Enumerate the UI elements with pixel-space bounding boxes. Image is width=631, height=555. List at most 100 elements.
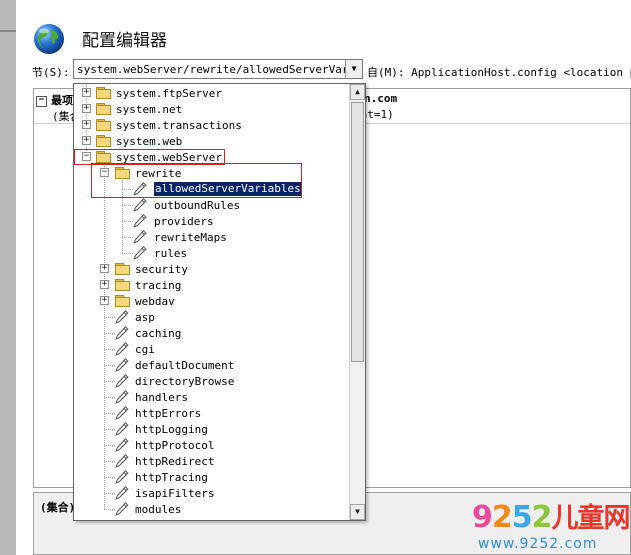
tree-item-label: httpProtocol — [135, 439, 215, 452]
folder-icon — [115, 295, 131, 307]
tree-item-providers[interactable]: providers — [74, 213, 350, 229]
tree-item-system-net[interactable]: + system.net — [74, 101, 350, 117]
grid-row-header-label: 最项 — [51, 94, 73, 107]
watermark-line1: 9252儿童网 — [472, 500, 631, 535]
folder-icon — [96, 119, 112, 131]
from-label: 自(M): ApplicationHost.config <location p… — [367, 66, 631, 79]
tree-item-label: rewriteMaps — [154, 231, 227, 244]
tree-item-label: providers — [154, 215, 214, 228]
tree-item-cgi[interactable]: cgi — [74, 341, 350, 357]
folder-icon — [115, 263, 131, 275]
pencil-icon — [115, 422, 129, 436]
tree-item-caching[interactable]: caching — [74, 325, 350, 341]
tree-item-label: system.net — [116, 103, 183, 116]
pencil-icon — [115, 502, 129, 516]
section-label: 节(S): — [32, 66, 70, 79]
tree-item-label: cgi — [135, 343, 155, 356]
globe-icon — [34, 24, 64, 54]
tree-item-handlers[interactable]: handlers — [74, 389, 350, 405]
left-panel-edge — [0, 0, 16, 555]
tree-item-label: isapiFilters — [135, 487, 215, 500]
pencil-icon — [115, 438, 129, 452]
tree-item-label: directoryBrowse — [135, 375, 235, 388]
pencil-icon — [133, 246, 147, 260]
pencil-icon — [133, 230, 147, 244]
tree-item-modules[interactable]: modules — [74, 501, 350, 517]
tree-item-label: rules — [154, 247, 188, 260]
pencil-icon — [133, 198, 147, 212]
tree-item-label: outboundRules — [154, 199, 241, 212]
tree-item-httpTracing[interactable]: httpTracing — [74, 469, 350, 485]
tree-item-httpLogging[interactable]: httpLogging — [74, 421, 350, 437]
section-toolbar: 节(S): system.webServer/rewrite/allowedSe… — [16, 58, 631, 84]
scroll-up-icon[interactable]: ▲ — [350, 84, 365, 100]
left-panel-divider — [0, 30, 16, 32]
tree-item-outboundRules[interactable]: outboundRules — [74, 197, 350, 213]
tree-item-label: defaultDocument — [135, 359, 235, 372]
pencil-icon — [133, 214, 147, 228]
plus-icon[interactable]: + — [82, 120, 91, 129]
tree-item-rewriteMaps[interactable]: rewriteMaps — [74, 229, 350, 245]
pencil-icon — [115, 486, 129, 500]
tree-item-label: system.web — [116, 135, 183, 148]
plus-icon[interactable]: + — [100, 296, 109, 305]
folder-icon — [96, 87, 112, 99]
tree-item-system-ftpServer[interactable]: + system.ftpServer — [74, 85, 350, 101]
tree-item-directoryBrowse[interactable]: directoryBrowse — [74, 373, 350, 389]
plus-icon[interactable]: + — [100, 264, 109, 273]
highlight-box-rewrite — [91, 163, 302, 198]
watermark-logo: 9252儿童网 www.9252.com — [470, 496, 631, 554]
tree-item-label: asp — [135, 311, 155, 324]
tree-item-security[interactable]: + security — [74, 261, 350, 277]
folder-icon — [96, 135, 112, 147]
tree-item-asp[interactable]: asp — [74, 309, 350, 325]
tree-item-httpProtocol[interactable]: httpProtocol — [74, 437, 350, 453]
pencil-icon — [115, 470, 129, 484]
tree-item-label: httpLogging — [135, 423, 208, 436]
tree-item-webdav[interactable]: + webdav — [74, 293, 350, 309]
tree-item-label: webdav — [135, 295, 175, 308]
tree-item-label: httpTracing — [135, 471, 208, 484]
pencil-icon — [115, 454, 129, 468]
pencil-icon — [115, 342, 129, 356]
tree-item-label: security — [135, 263, 188, 276]
section-combobox-value: system.webServer/rewrite/allowedServerVa… — [77, 63, 347, 76]
scrollbar-thumb[interactable] — [351, 102, 364, 362]
window-title: 配置编辑器 — [82, 31, 167, 51]
pencil-icon — [115, 326, 129, 340]
tree-item-label: system.transactions — [116, 119, 242, 132]
minus-icon[interactable]: − — [36, 95, 47, 107]
plus-icon[interactable]: + — [82, 104, 91, 113]
chevron-down-icon[interactable]: ▼ — [345, 60, 362, 78]
section-combobox[interactable]: system.webServer/rewrite/allowedServerVa… — [73, 59, 363, 79]
tree-item-label: handlers — [135, 391, 188, 404]
pencil-icon — [115, 390, 129, 404]
tree-item-rules[interactable]: rules — [74, 245, 350, 261]
tree-item-label: caching — [135, 327, 182, 340]
dropdown-scrollbar[interactable]: ▲ ▼ — [349, 84, 365, 520]
plus-icon[interactable]: + — [82, 136, 91, 145]
pencil-icon — [115, 374, 129, 388]
tree-item-label: modules — [135, 503, 182, 516]
plus-icon[interactable]: + — [82, 88, 91, 97]
watermark-url: www.9252.com — [478, 536, 598, 552]
tree-item-defaultDocument[interactable]: defaultDocument — [74, 357, 350, 373]
tree-item-httpErrors[interactable]: httpErrors — [74, 405, 350, 421]
pencil-icon — [115, 358, 129, 372]
folder-icon — [96, 103, 112, 115]
scroll-down-icon[interactable]: ▼ — [350, 504, 365, 520]
tree-item-system-web[interactable]: + system.web — [74, 133, 350, 149]
plus-icon[interactable]: + — [100, 280, 109, 289]
tree-item-system-transactions[interactable]: + system.transactions — [74, 117, 350, 133]
grid-row-header[interactable]: − 最项 — [36, 92, 73, 108]
tree-item-isapiFilters[interactable]: isapiFilters — [74, 485, 350, 501]
tree-item-label: tracing — [135, 279, 182, 292]
tree-item-label: httpErrors — [135, 407, 202, 420]
grid-row-header-value: n.com — [364, 92, 398, 105]
pencil-icon — [115, 406, 129, 420]
folder-icon — [115, 279, 131, 291]
tree-item-tracing[interactable]: + tracing — [74, 277, 350, 293]
tree-item-httpRedirect[interactable]: httpRedirect — [74, 453, 350, 469]
description-label: (集合) — [40, 501, 76, 514]
tree-item-label: system.ftpServer — [116, 87, 222, 100]
